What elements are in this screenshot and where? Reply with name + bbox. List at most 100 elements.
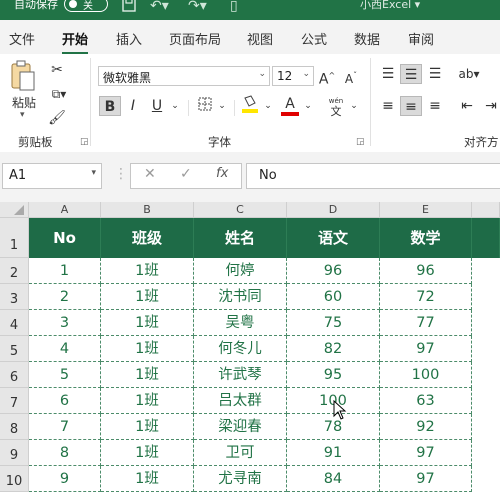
spreadsheet-grid[interactable]: A B C D E 1 2 3 4 5 6 7 8 9 10 No 班级 姓名 …: [0, 202, 500, 494]
table-cell[interactable]: 91: [287, 440, 380, 466]
table-cell[interactable]: 95: [287, 362, 380, 388]
table-cell[interactable]: 8: [29, 440, 101, 466]
table-cell[interactable]: 72: [380, 284, 472, 310]
row-header[interactable]: 9: [0, 440, 29, 466]
table-cell[interactable]: 1班: [101, 466, 194, 492]
align-top-icon[interactable]: ☰: [378, 64, 398, 84]
clipboard-launcher-icon[interactable]: ◲: [80, 137, 89, 147]
tab-review[interactable]: 审阅: [408, 29, 434, 48]
table-cell[interactable]: 100: [380, 362, 472, 388]
table-cell[interactable]: 4: [29, 336, 101, 362]
column-header-b[interactable]: B: [101, 202, 194, 218]
tab-data[interactable]: 数据: [354, 29, 380, 48]
redo-icon[interactable]: ↷▾: [188, 0, 207, 14]
underline-dropdown-icon[interactable]: ⌄: [168, 96, 182, 116]
copy-icon[interactable]: ⧉▾: [48, 84, 70, 104]
table-cell[interactable]: 96: [380, 258, 472, 284]
row-header[interactable]: 2: [0, 258, 29, 284]
header-cell-f[interactable]: [472, 218, 500, 258]
column-header-e[interactable]: E: [380, 202, 472, 218]
table-cell[interactable]: 1班: [101, 388, 194, 414]
table-cell[interactable]: 1班: [101, 362, 194, 388]
cut-icon[interactable]: ✂: [48, 60, 66, 80]
save-icon[interactable]: [122, 0, 136, 16]
table-cell[interactable]: 9: [29, 466, 101, 492]
shrink-font-button[interactable]: Aˇ: [342, 66, 360, 86]
row-header[interactable]: 6: [0, 362, 29, 388]
fill-color-icon[interactable]: [240, 94, 260, 114]
phonetic-guide-icon[interactable]: wén 文: [324, 94, 348, 117]
table-cell[interactable]: 7: [29, 414, 101, 440]
table-cell[interactable]: 沈书同: [194, 284, 287, 310]
insert-function-icon[interactable]: fx: [216, 166, 228, 181]
font-name-combo[interactable]: 微软雅黑 ⌄: [98, 66, 270, 86]
table-cell[interactable]: 吕太群: [194, 388, 287, 414]
bold-button[interactable]: B: [99, 96, 121, 116]
column-header-a[interactable]: A: [29, 202, 101, 218]
table-cell[interactable]: 6: [29, 388, 101, 414]
row-header[interactable]: 3: [0, 284, 29, 310]
table-cell[interactable]: 1班: [101, 414, 194, 440]
table-cell[interactable]: 1班: [101, 336, 194, 362]
touch-mode-icon[interactable]: ▯: [230, 0, 238, 14]
table-cell[interactable]: 卫可: [194, 440, 287, 466]
align-right-icon[interactable]: ≡: [425, 96, 445, 116]
phonetic-dropdown-icon[interactable]: ⌄: [348, 96, 360, 116]
more-options-icon[interactable]: ⋮: [114, 166, 128, 182]
tab-formulas[interactable]: 公式: [301, 29, 327, 48]
font-color-dropdown-icon[interactable]: ⌄: [302, 96, 314, 116]
table-cell[interactable]: 吴粤: [194, 310, 287, 336]
header-cell[interactable]: No: [29, 218, 101, 258]
tab-file[interactable]: 文件: [9, 29, 35, 48]
table-cell[interactable]: 3: [29, 310, 101, 336]
align-center-icon[interactable]: ≡: [400, 96, 422, 116]
app-title[interactable]: 小西Excel ▾: [360, 0, 420, 12]
table-cell[interactable]: 63: [380, 388, 472, 414]
table-cell[interactable]: 60: [287, 284, 380, 310]
table-cell[interactable]: 5: [29, 362, 101, 388]
italic-button[interactable]: I: [124, 96, 142, 116]
table-cell[interactable]: 75: [287, 310, 380, 336]
tab-home[interactable]: 开始: [62, 29, 89, 55]
header-cell[interactable]: 班级: [101, 218, 194, 258]
column-header-f[interactable]: [472, 202, 500, 218]
font-launcher-icon[interactable]: ◲: [356, 137, 365, 147]
name-box[interactable]: A1 ▾: [2, 163, 102, 189]
table-cell[interactable]: 97: [380, 336, 472, 362]
tab-view[interactable]: 视图: [247, 29, 273, 48]
table-cell[interactable]: 96: [287, 258, 380, 284]
undo-icon[interactable]: ↶▾: [150, 0, 169, 14]
tab-insert[interactable]: 插入: [116, 29, 142, 48]
table-cell[interactable]: 1班: [101, 284, 194, 310]
table-cell[interactable]: 77: [380, 310, 472, 336]
header-cell[interactable]: 数学: [380, 218, 472, 258]
table-cell[interactable]: 82: [287, 336, 380, 362]
tab-page-layout[interactable]: 页面布局: [169, 29, 221, 48]
font-size-combo[interactable]: 12 ⌄: [272, 66, 314, 86]
orientation-icon[interactable]: ab▾: [457, 64, 481, 84]
table-cell[interactable]: 1: [29, 258, 101, 284]
row-header[interactable]: 1: [0, 218, 29, 258]
borders-dropdown-icon[interactable]: ⌄: [216, 96, 228, 116]
table-cell[interactable]: 2: [29, 284, 101, 310]
row-header[interactable]: 4: [0, 310, 29, 336]
formula-input[interactable]: No: [246, 163, 500, 189]
increase-indent-icon[interactable]: ⇥: [482, 96, 500, 116]
fill-color-dropdown-icon[interactable]: ⌄: [262, 96, 274, 116]
table-cell[interactable]: 何婷: [194, 258, 287, 284]
row-header[interactable]: 7: [0, 388, 29, 414]
align-bottom-icon[interactable]: ☰: [425, 64, 445, 84]
row-header[interactable]: 10: [0, 466, 29, 492]
autosave-toggle[interactable]: 关: [64, 0, 108, 12]
borders-icon[interactable]: [194, 96, 216, 116]
header-cell[interactable]: 姓名: [194, 218, 287, 258]
paste-icon[interactable]: [10, 60, 36, 92]
decrease-indent-icon[interactable]: ⇤: [457, 96, 477, 116]
table-cell[interactable]: 梁迎春: [194, 414, 287, 440]
row-header[interactable]: 5: [0, 336, 29, 362]
paste-label[interactable]: 粘贴: [12, 94, 36, 111]
paste-dropdown-icon[interactable]: ▾: [20, 110, 25, 120]
table-cell[interactable]: 何冬儿: [194, 336, 287, 362]
enter-icon[interactable]: ✓: [180, 166, 192, 182]
align-left-icon[interactable]: ≡: [378, 96, 398, 116]
